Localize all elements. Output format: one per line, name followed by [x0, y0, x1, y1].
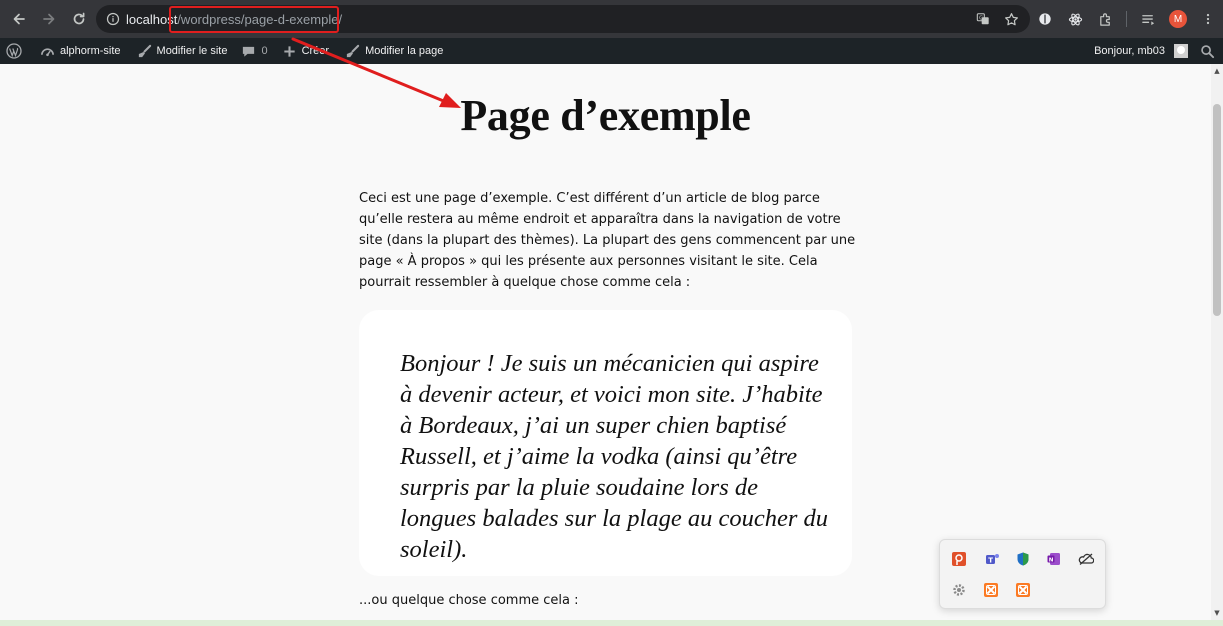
page-scrollbar[interactable]: ▲ ▼ — [1211, 64, 1223, 620]
system-tray-overflow: T N — [939, 539, 1106, 609]
admin-bar-comments[interactable]: 0 — [235, 38, 273, 64]
menu-kebab-icon[interactable] — [1199, 10, 1217, 28]
forward-button[interactable] — [35, 5, 63, 33]
wordpress-logo-menu[interactable] — [0, 38, 28, 64]
brush-icon — [346, 44, 360, 57]
media-queue-icon[interactable] — [1139, 10, 1157, 28]
extension-circle-icon[interactable] — [1036, 10, 1054, 28]
page-title: Page d’exemple — [460, 91, 751, 140]
toolbar-separator — [1126, 11, 1127, 27]
arrow-left-icon — [13, 13, 25, 25]
url-path-highlight-box — [169, 6, 339, 33]
dashboard-gauge-icon — [41, 47, 54, 56]
svg-text:N: N — [1049, 557, 1054, 563]
greeting-label: Bonjour, mb03 — [1094, 45, 1165, 57]
settings-gear-icon[interactable] — [951, 582, 967, 598]
admin-bar-account[interactable]: Bonjour, mb03 — [1088, 38, 1194, 64]
xampp-icon[interactable] — [983, 582, 999, 598]
user-avatar — [1174, 44, 1188, 58]
extensions-puzzle-icon[interactable] — [1096, 10, 1114, 28]
wp-admin-bar: alphorm-site Modifier le site 0 Créer Mo… — [0, 38, 1223, 64]
presentation-app-icon[interactable] — [951, 551, 967, 567]
admin-bar-new[interactable]: Créer — [276, 38, 336, 64]
react-devtools-icon[interactable] — [1066, 10, 1084, 28]
site-name-label: alphorm-site — [60, 45, 121, 57]
back-button[interactable] — [5, 5, 33, 33]
edit-page-label: Modifier la page — [365, 45, 444, 57]
scroll-down-arrow-icon[interactable]: ▼ — [1211, 606, 1223, 620]
extensions-area: M — [1036, 0, 1217, 38]
scroll-up-arrow-icon[interactable]: ▲ — [1211, 64, 1223, 78]
edit-site-label: Modifier le site — [156, 45, 228, 57]
admin-bar-site-name[interactable]: alphorm-site — [34, 38, 127, 64]
xampp-icon[interactable] — [1015, 582, 1031, 598]
defender-icon[interactable] — [1015, 551, 1031, 567]
page-content: Page d’exemple Ceci est une page d’exemp… — [0, 64, 1211, 620]
svg-text:G: G — [979, 15, 983, 21]
site-info-icon[interactable] — [100, 5, 126, 33]
search-icon — [1201, 44, 1215, 58]
teams-icon[interactable]: T — [984, 551, 1000, 567]
reload-icon — [73, 12, 85, 25]
wordpress-logo-icon — [6, 43, 22, 59]
onenote-icon[interactable]: N — [1046, 551, 1062, 567]
bookmark-star-icon[interactable] — [1002, 10, 1020, 28]
brush-icon — [138, 44, 151, 57]
reload-button[interactable] — [65, 5, 93, 33]
admin-bar-edit-site[interactable]: Modifier le site — [131, 38, 234, 64]
arrow-right-icon — [43, 13, 55, 25]
quote-text: Bonjour ! Je suis un mécanicien qui aspi… — [400, 350, 829, 563]
outro-paragraph: ...ou quelque chose comme cela : — [359, 593, 579, 608]
admin-bar-secondary: Bonjour, mb03 — [1088, 38, 1223, 64]
intro-paragraph: Ceci est une page d’exemple. C’est diffé… — [359, 191, 856, 290]
new-label: Créer — [301, 45, 330, 57]
plus-icon — [283, 45, 295, 57]
admin-bar-edit-page[interactable]: Modifier la page — [339, 38, 449, 64]
translate-icon[interactable]: G — [974, 10, 992, 28]
taskbar-edge — [0, 620, 1223, 626]
onedrive-icon[interactable] — [1078, 551, 1094, 567]
comments-count: 0 — [261, 45, 268, 57]
quote-block: Bonjour ! Je suis un mécanicien qui aspi… — [359, 310, 852, 576]
scroll-thumb[interactable] — [1213, 104, 1221, 316]
svg-text:T: T — [988, 556, 993, 564]
comment-bubble-icon — [243, 46, 255, 57]
profile-avatar[interactable]: M — [1169, 10, 1187, 28]
browser-toolbar: localhost/wordpress/page-d-exemple/ G M — [0, 0, 1223, 38]
admin-bar-search[interactable] — [1194, 38, 1223, 64]
